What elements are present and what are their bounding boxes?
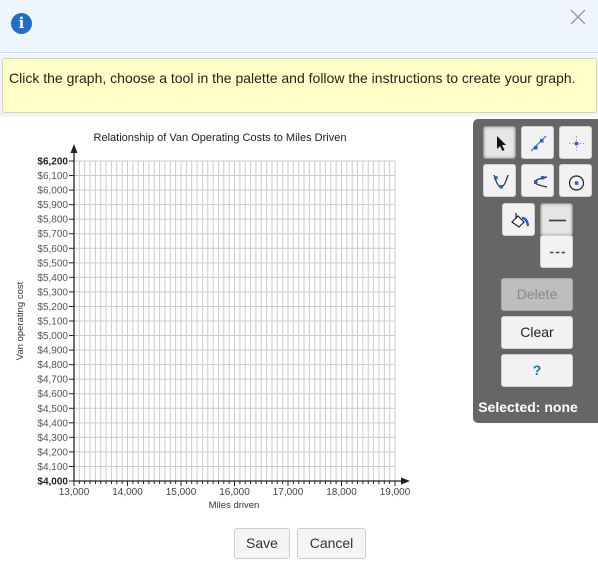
dashed-line-style-button[interactable] (540, 235, 573, 268)
y-tick-label: $5,400 (37, 273, 68, 284)
x-tick-label: 19,000 (380, 487, 411, 498)
y-tick-label: $4,600 (37, 389, 68, 400)
instruction-text: Click the graph, choose a tool in the pa… (2, 58, 597, 113)
paint-bucket-icon (511, 213, 530, 228)
fill-tool-button[interactable] (502, 203, 535, 236)
y-tick-label: $4,100 (37, 462, 68, 473)
y-axis-label: Van operating cost (15, 281, 26, 360)
y-tick-label: $4,700 (37, 375, 68, 386)
circle-icon (568, 175, 585, 191)
y-tick-label: $6,100 (37, 171, 68, 182)
delete-button[interactable]: Delete (501, 278, 573, 311)
y-tick-label: $5,900 (37, 200, 68, 211)
solid-line-icon (549, 219, 566, 222)
y-tick-label: $5,000 (37, 331, 68, 342)
y-tick-label: $6,200 (37, 157, 68, 168)
instruction-area: Click the graph, choose a tool in the pa… (0, 54, 598, 117)
y-tick-label: $4,400 (37, 418, 68, 429)
y-tick-label: $4,000 (37, 477, 68, 488)
point-tool-button[interactable] (559, 126, 592, 159)
x-axis-label: Miles driven (209, 500, 260, 511)
selected-status: Selected: none (478, 399, 578, 415)
y-tick-label: $4,200 (37, 447, 68, 458)
x-tick-label: 18,000 (326, 487, 357, 498)
sideways-parabola-tool-button[interactable] (521, 164, 554, 197)
y-tick-label: $5,600 (37, 244, 68, 255)
point-icon (569, 136, 584, 151)
y-tick-label: $5,200 (37, 302, 68, 313)
graph-canvas[interactable]: Relationship of Van Operating Costs to M… (0, 117, 470, 517)
save-button[interactable]: Save (234, 528, 290, 559)
y-tick-label: $4,500 (37, 404, 68, 415)
y-tick-label: $5,700 (37, 229, 68, 240)
solid-line-style-button[interactable] (540, 203, 573, 236)
line-tool-button[interactable] (521, 126, 554, 159)
dialog-header: i (0, 0, 598, 53)
parabola-tool-button[interactable] (483, 164, 516, 197)
x-tick-label: 16,000 (219, 487, 250, 498)
y-tick-label: $5,100 (37, 317, 68, 328)
y-tick-label: $4,900 (37, 346, 68, 357)
y-tick-label: $5,800 (37, 215, 68, 226)
x-axis-arrow (401, 477, 410, 485)
x-tick-label: 17,000 (273, 487, 304, 498)
y-axis-arrow (70, 144, 78, 153)
clear-button[interactable]: Clear (501, 316, 573, 349)
info-icon: i (11, 13, 32, 34)
y-tick-label: $4,800 (37, 360, 68, 371)
chart-title: Relationship of Van Operating Costs to M… (94, 132, 347, 144)
y-tick-label: $5,500 (37, 258, 68, 269)
x-tick-label: 15,000 (166, 487, 197, 498)
x-tick-label: 14,000 (112, 487, 143, 498)
cancel-button[interactable]: Cancel (297, 528, 366, 559)
dashed-line-icon (550, 251, 565, 254)
arrow-cursor-icon (497, 136, 506, 151)
line-icon (530, 135, 547, 152)
y-tick-labels: $4,000 $4,100 $4,200 $4,300 $4,400 $4,500 $4,6… (37, 157, 68, 488)
y-tick-label: $5,300 (37, 287, 68, 298)
x-tick-label: 13,000 (59, 487, 90, 498)
y-tick-label: $6,000 (37, 186, 68, 197)
tool-palette: Delete Clear ? Selected: none (473, 119, 598, 423)
circle-tool-button[interactable] (559, 164, 592, 197)
parabola-icon (493, 174, 509, 189)
close-icon[interactable] (568, 7, 588, 27)
help-button[interactable]: ? (501, 354, 573, 387)
select-tool-button[interactable] (483, 126, 516, 159)
y-tick-label: $4,300 (37, 433, 68, 444)
sideways-parabola-icon (533, 176, 548, 188)
x-tick-labels: 13,000 14,000 15,000 16,000 17,000 18,000 19,0… (59, 487, 411, 498)
